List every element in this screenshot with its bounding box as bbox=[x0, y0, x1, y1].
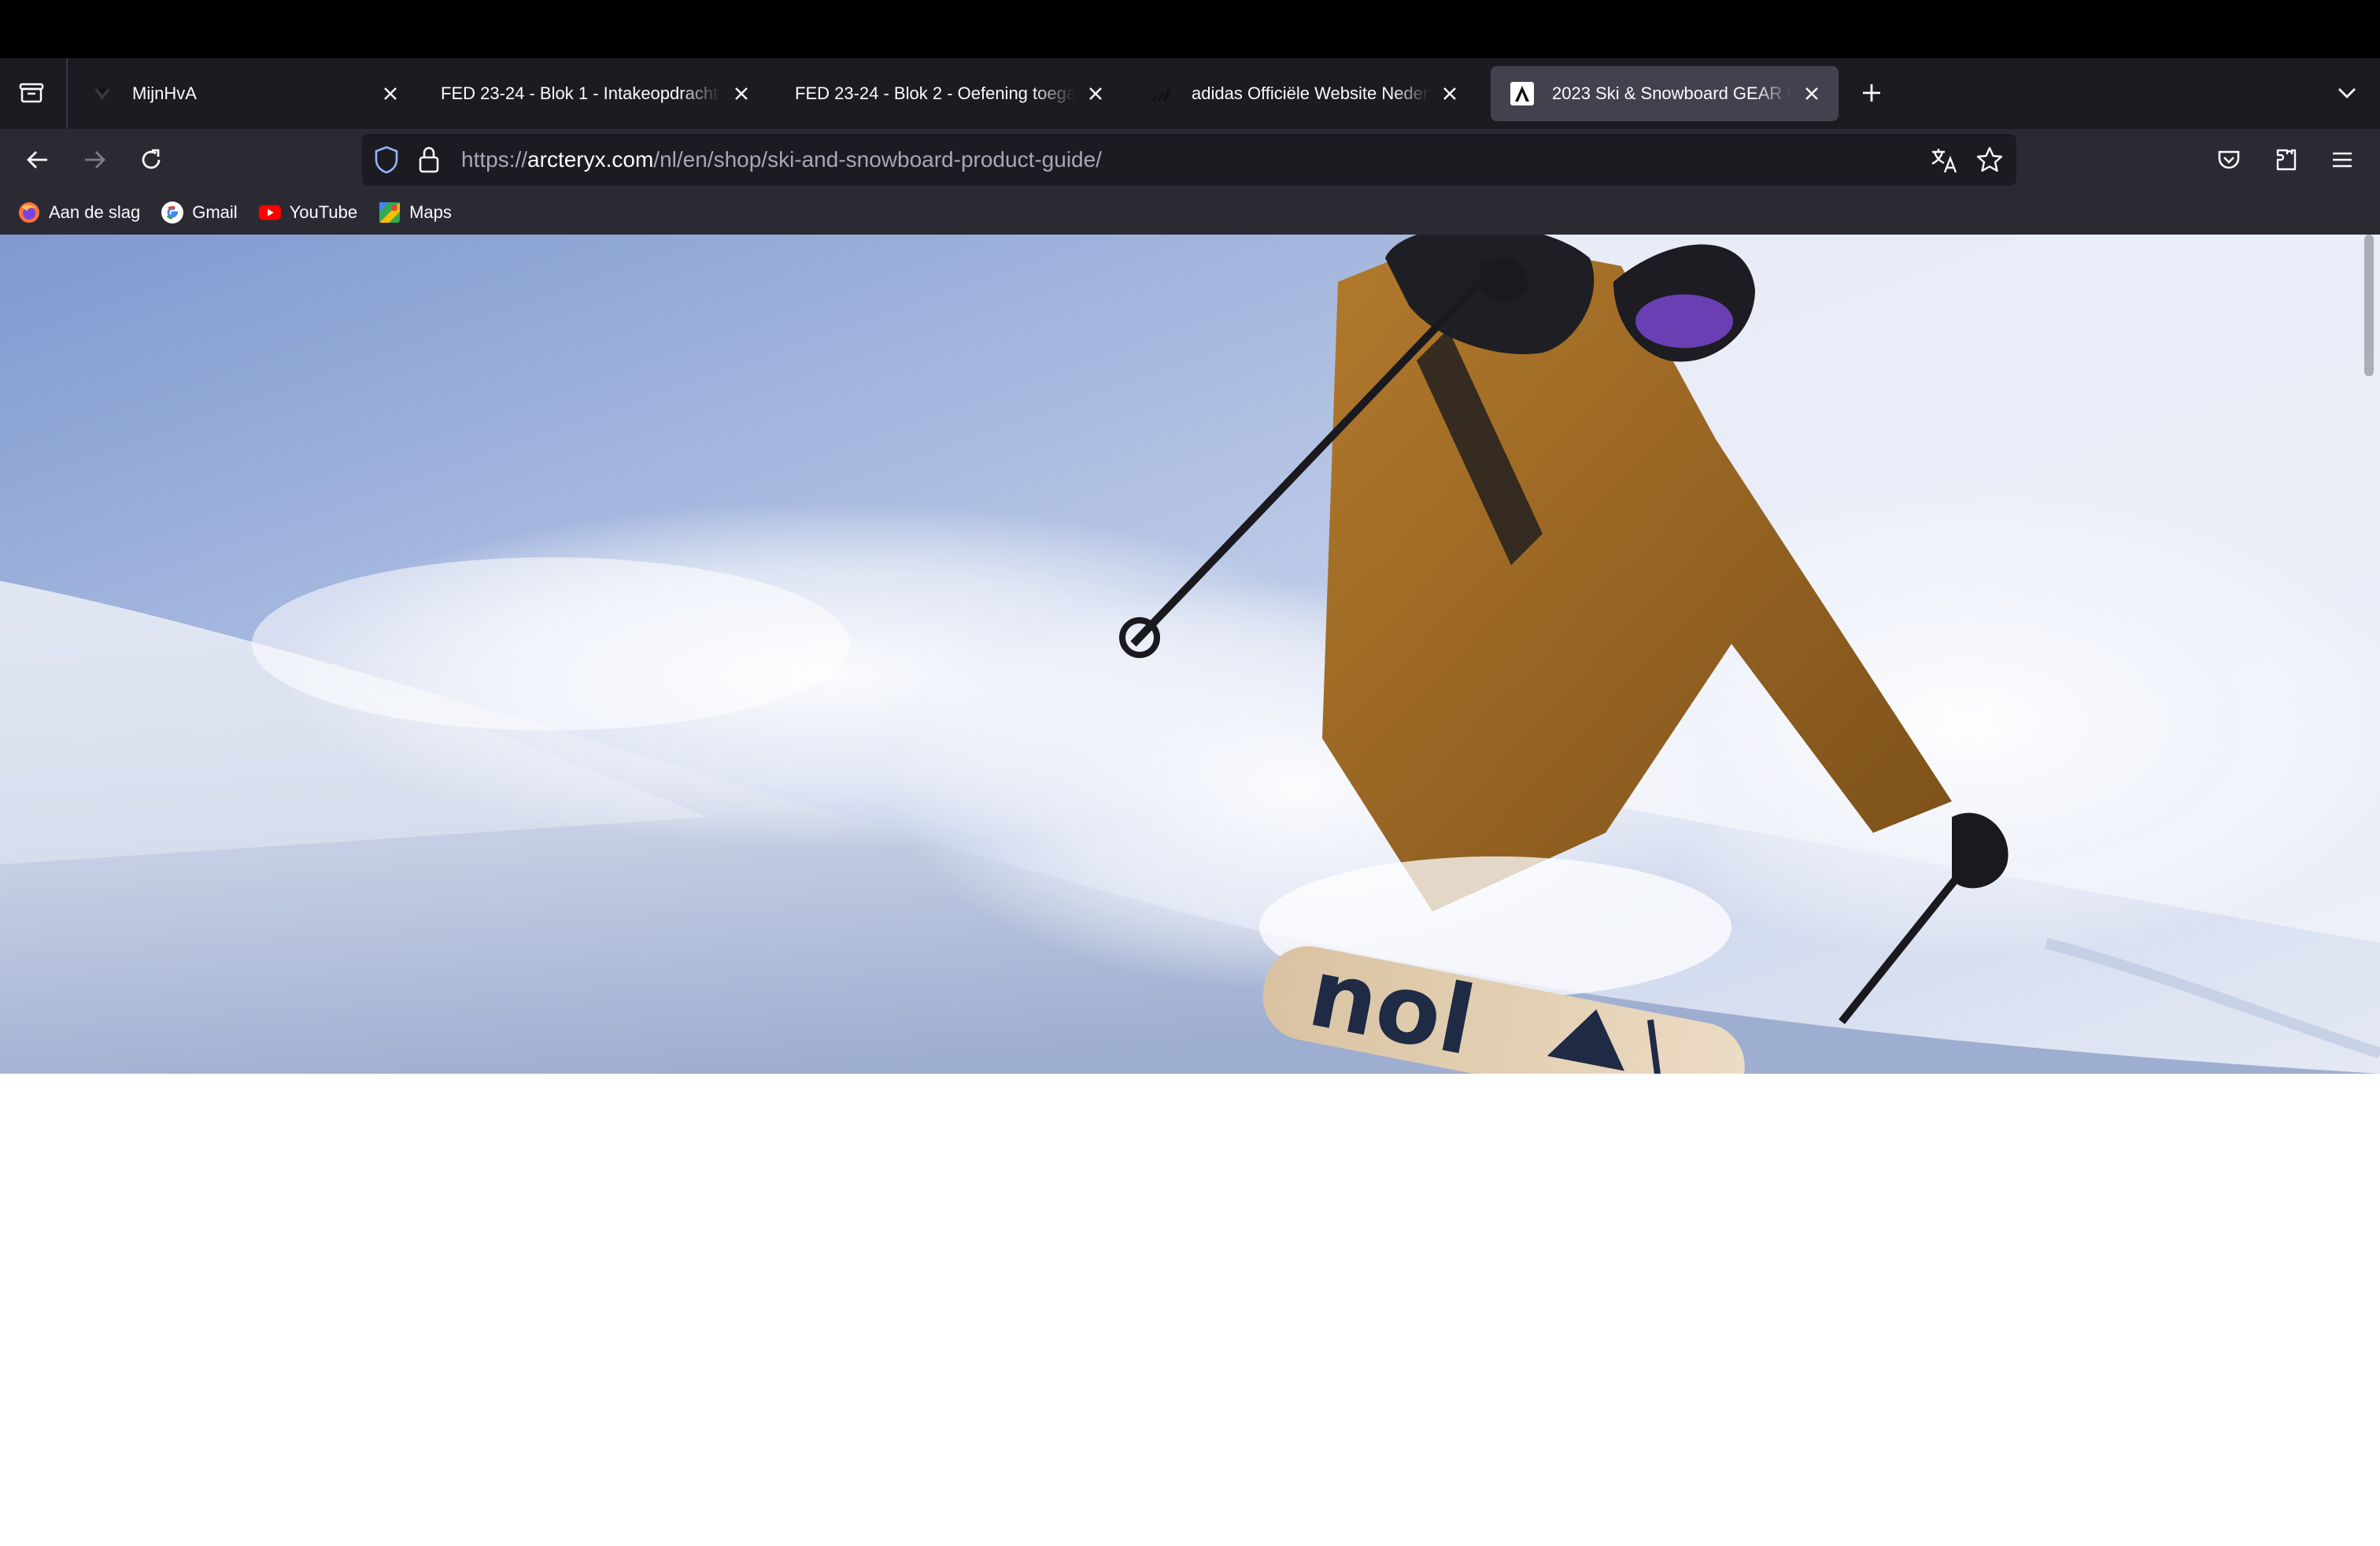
tab-arcteryx-gear-guide[interactable]: 2023 Ski & Snowboard GEAR GUIDE bbox=[1491, 66, 1839, 121]
url-path: /nl/en/shop/ski-and-snowboard-product-gu… bbox=[653, 147, 1102, 172]
close-tab-icon[interactable] bbox=[376, 80, 405, 108]
tab-title: MijnHvA bbox=[132, 83, 197, 103]
close-tab-icon[interactable] bbox=[1798, 80, 1826, 108]
hva-icon bbox=[90, 81, 115, 106]
arrow-right-icon bbox=[85, 151, 105, 168]
close-tab-icon[interactable] bbox=[1436, 80, 1464, 108]
bookmark-maps[interactable]: Maps bbox=[378, 201, 452, 224]
bookmarks-toolbar: Aan de slag Gmail YouTube Maps bbox=[0, 190, 2380, 235]
tab-title: FED 23-24 - Blok 1 - Intakeopdracht bbox=[441, 83, 719, 103]
tab-fed-blok1[interactable]: FED 23-24 - Blok 1 - Intakeopdracht bbox=[422, 66, 768, 121]
arcteryx-icon bbox=[1510, 81, 1535, 106]
reload-button[interactable] bbox=[129, 138, 173, 182]
bookmark-label: YouTube bbox=[289, 202, 358, 222]
tab-fed-blok2[interactable]: FED 23-24 - Blok 2 - Oefening toegankeli… bbox=[776, 66, 1122, 121]
tab-strip: MijnHvA FED 23-24 - Blok 1 - Intakeopdra… bbox=[0, 58, 2380, 129]
page-content: nol bbox=[0, 235, 2380, 1546]
bookmark-star-icon[interactable] bbox=[1975, 146, 2004, 178]
translate-icon[interactable] bbox=[1930, 146, 1958, 179]
firefox-view-button[interactable] bbox=[9, 71, 54, 115]
tab-mijnhva[interactable]: MijnHvA bbox=[71, 66, 417, 121]
bookmark-label: Maps bbox=[409, 202, 452, 222]
google-icon bbox=[161, 201, 184, 224]
navigation-toolbar: https://arcteryx.com/nl/en/shop/ski-and-… bbox=[0, 129, 2380, 190]
bookmark-gmail[interactable]: Gmail bbox=[161, 201, 238, 224]
pocket-button[interactable] bbox=[2207, 138, 2251, 182]
app-menu-button[interactable] bbox=[2320, 138, 2364, 182]
tab-title: 2023 Ski & Snowboard GEAR GUIDE bbox=[1552, 83, 1791, 103]
firefox-view-icon bbox=[19, 83, 44, 103]
arrow-left-icon bbox=[27, 151, 47, 168]
puzzle-icon bbox=[2276, 149, 2297, 171]
url-bar[interactable]: https://arcteryx.com/nl/en/shop/ski-and-… bbox=[362, 134, 2016, 186]
hero-image: nol bbox=[0, 235, 2380, 1074]
forward-button[interactable] bbox=[72, 138, 116, 182]
tab-title: adidas Officiële Website Nederland bbox=[1192, 83, 1429, 103]
reload-icon bbox=[142, 149, 161, 169]
tab-adidas[interactable]: adidas Officiële Website Nederland bbox=[1130, 66, 1476, 121]
hamburger-menu-icon bbox=[2333, 152, 2352, 168]
maps-icon bbox=[378, 201, 401, 224]
list-all-tabs-button[interactable] bbox=[2325, 71, 2369, 115]
close-tab-icon[interactable] bbox=[1081, 80, 1110, 108]
bookmark-youtube[interactable]: YouTube bbox=[258, 201, 357, 224]
os-menu-bar bbox=[0, 0, 2380, 58]
bookmark-aan-de-slag[interactable]: Aan de slag bbox=[17, 201, 140, 224]
plus-icon bbox=[1863, 84, 1880, 102]
back-button[interactable] bbox=[16, 138, 60, 182]
skier-photo: nol bbox=[0, 235, 2380, 1074]
chevron-down-icon bbox=[2338, 88, 2356, 98]
pocket-icon bbox=[2218, 150, 2240, 169]
tab-divider bbox=[66, 58, 68, 129]
url-scheme: https:// bbox=[461, 147, 528, 172]
close-tab-icon[interactable] bbox=[727, 80, 756, 108]
bookmark-label: Aan de slag bbox=[49, 202, 141, 222]
adidas-icon bbox=[1149, 81, 1174, 106]
bookmark-label: Gmail bbox=[192, 202, 238, 222]
youtube-icon bbox=[258, 201, 282, 224]
tracking-protection-shield-icon[interactable] bbox=[373, 145, 400, 179]
firefox-icon bbox=[17, 201, 41, 224]
url-text[interactable]: https://arcteryx.com/nl/en/shop/ski-and-… bbox=[461, 134, 1102, 186]
url-host: arcteryx.com bbox=[527, 147, 654, 172]
tab-title: FED 23-24 - Blok 2 - Oefening toegankeli… bbox=[795, 83, 1075, 103]
lock-icon[interactable] bbox=[417, 145, 441, 179]
new-tab-button[interactable] bbox=[1850, 71, 1894, 115]
page-scrollbar[interactable] bbox=[2364, 235, 2374, 376]
extensions-button[interactable] bbox=[2264, 138, 2308, 182]
